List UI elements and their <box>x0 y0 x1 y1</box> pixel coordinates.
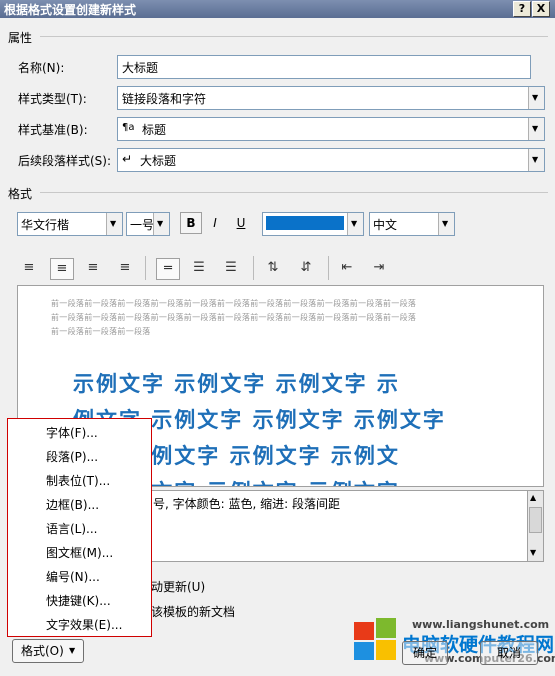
windows-logo-icon <box>354 616 398 660</box>
previous-paragraph-text: 前一段落前一段落前一段落前一段落前一段落前一段落前一段落前一段落前一段落前一段落… <box>51 313 417 322</box>
scroll-thumb[interactable] <box>529 507 542 533</box>
scroll-down-icon[interactable]: ▼ <box>530 548 536 557</box>
menu-item-paragraph[interactable]: 段落(P)... <box>46 448 98 465</box>
format-menu: 字体(F)... 段落(P)... 制表位(T)... 边框(B)... 语言(… <box>7 418 152 637</box>
previous-paragraph-text: 前一段落前一段落前一段落前一段落前一段落前一段落前一段落前一段落前一段落前一段落… <box>51 299 417 308</box>
ok-button[interactable]: 确定 <box>402 641 448 665</box>
menu-item-font[interactable]: 字体(F)... <box>46 424 98 441</box>
language-select[interactable]: 中文 <box>369 212 455 236</box>
align-center-icon[interactable]: ≡ <box>50 258 74 280</box>
chevron-down-icon[interactable] <box>528 87 544 109</box>
font-value: 华文行楷 <box>21 218 70 232</box>
chevron-down-icon[interactable] <box>438 213 454 235</box>
style-type-value: 链接段落和字符 <box>122 92 207 106</box>
close-button[interactable]: X <box>532 1 550 17</box>
based-on-select[interactable]: ¶a 标题 <box>117 117 545 141</box>
one-half-spacing-icon[interactable]: ☰ <box>188 258 210 278</box>
format-section-label: 格式 <box>8 187 33 201</box>
italic-button[interactable]: I <box>204 212 226 234</box>
chevron-down-icon: ▼ <box>69 646 76 655</box>
name-value: 大标题 <box>122 61 159 75</box>
decrease-indent-icon[interactable]: ⇤ <box>336 258 358 278</box>
name-input[interactable]: 大标题 <box>117 55 531 79</box>
scroll-up-icon[interactable]: ▲ <box>530 493 536 502</box>
toolbar-separator <box>145 256 146 280</box>
paragraph-style-icon: ¶a <box>122 122 135 133</box>
format-menu-button[interactable]: 格式(O) ▼ <box>12 639 84 663</box>
font-color-select[interactable] <box>262 212 364 236</box>
chevron-down-icon[interactable] <box>106 213 122 235</box>
menu-item-border[interactable]: 边框(B)... <box>46 496 99 513</box>
chevron-down-icon[interactable] <box>528 149 544 171</box>
following-style-select[interactable]: ↵ 大标题 <box>117 148 545 172</box>
return-icon: ↵ <box>122 152 133 166</box>
menu-item-frame[interactable]: 图文框(M)... <box>46 544 113 561</box>
format-divider <box>40 192 548 193</box>
based-on-value: 标题 <box>142 123 167 137</box>
window-title: 根据格式设置创建新样式 <box>4 3 137 17</box>
menu-item-tabs[interactable]: 制表位(T)... <box>46 472 110 489</box>
increase-paragraph-spacing-icon[interactable]: ⇅ <box>262 258 284 278</box>
template-option-label[interactable]: 该模板的新文档 <box>151 603 235 620</box>
single-spacing-icon[interactable]: ═ <box>156 258 180 280</box>
font-size-select[interactable]: 一号 <box>126 212 170 236</box>
bold-button[interactable]: B <box>180 212 202 234</box>
font-select[interactable]: 华文行楷 <box>17 212 123 236</box>
format-menu-button-label: 格式(O) <box>21 644 64 658</box>
style-type-label: 样式类型(T): <box>18 92 87 106</box>
help-button[interactable]: ? <box>513 1 531 17</box>
sample-text-line: 示例文字 示例文字 示例文字 示 <box>73 371 400 396</box>
properties-divider <box>40 36 548 37</box>
cancel-button[interactable]: 取消 <box>480 641 538 665</box>
menu-item-text-effects[interactable]: 文字效果(E)... <box>46 616 122 633</box>
menu-item-numbering[interactable]: 编号(N)... <box>46 568 100 585</box>
align-left-icon[interactable]: ≡ <box>18 258 40 278</box>
properties-section-label: 属性 <box>8 31 33 45</box>
previous-paragraph-text: 前一段落前一段落前一段落 <box>51 327 151 336</box>
chevron-down-icon[interactable] <box>347 213 363 235</box>
underline-button[interactable]: U <box>230 212 252 234</box>
font-color-swatch <box>266 216 344 230</box>
language-value: 中文 <box>373 218 398 232</box>
double-spacing-icon[interactable]: ☰ <box>220 258 242 278</box>
increase-indent-icon[interactable]: ⇥ <box>368 258 390 278</box>
style-type-select[interactable]: 链接段落和字符 <box>117 86 545 110</box>
title-bar: 根据格式设置创建新样式 ? X <box>0 0 555 18</box>
following-style-value: 大标题 <box>140 154 177 168</box>
chevron-down-icon[interactable] <box>528 118 544 140</box>
based-on-label: 样式基准(B): <box>18 123 88 137</box>
following-style-label: 后续段落样式(S): <box>18 154 112 168</box>
align-right-icon[interactable]: ≡ <box>82 258 104 278</box>
style-description-text: 号, 字体颜色: 蓝色, 缩进: 段落间距 <box>153 497 340 511</box>
toolbar-separator <box>253 256 254 280</box>
chevron-down-icon[interactable] <box>153 213 169 235</box>
toolbar-separator <box>328 256 329 280</box>
justify-icon[interactable]: ≡ <box>114 258 136 278</box>
auto-update-checkbox-label[interactable]: 动更新(U) <box>151 578 205 595</box>
font-size-value: 一号 <box>130 218 155 232</box>
description-scrollbar[interactable]: ▲ ▼ <box>527 490 544 562</box>
decrease-paragraph-spacing-icon[interactable]: ⇵ <box>295 258 317 278</box>
menu-item-shortcut-key[interactable]: 快捷键(K)... <box>46 592 111 609</box>
name-label: 名称(N): <box>18 61 65 75</box>
menu-item-language[interactable]: 语言(L)... <box>46 520 98 537</box>
